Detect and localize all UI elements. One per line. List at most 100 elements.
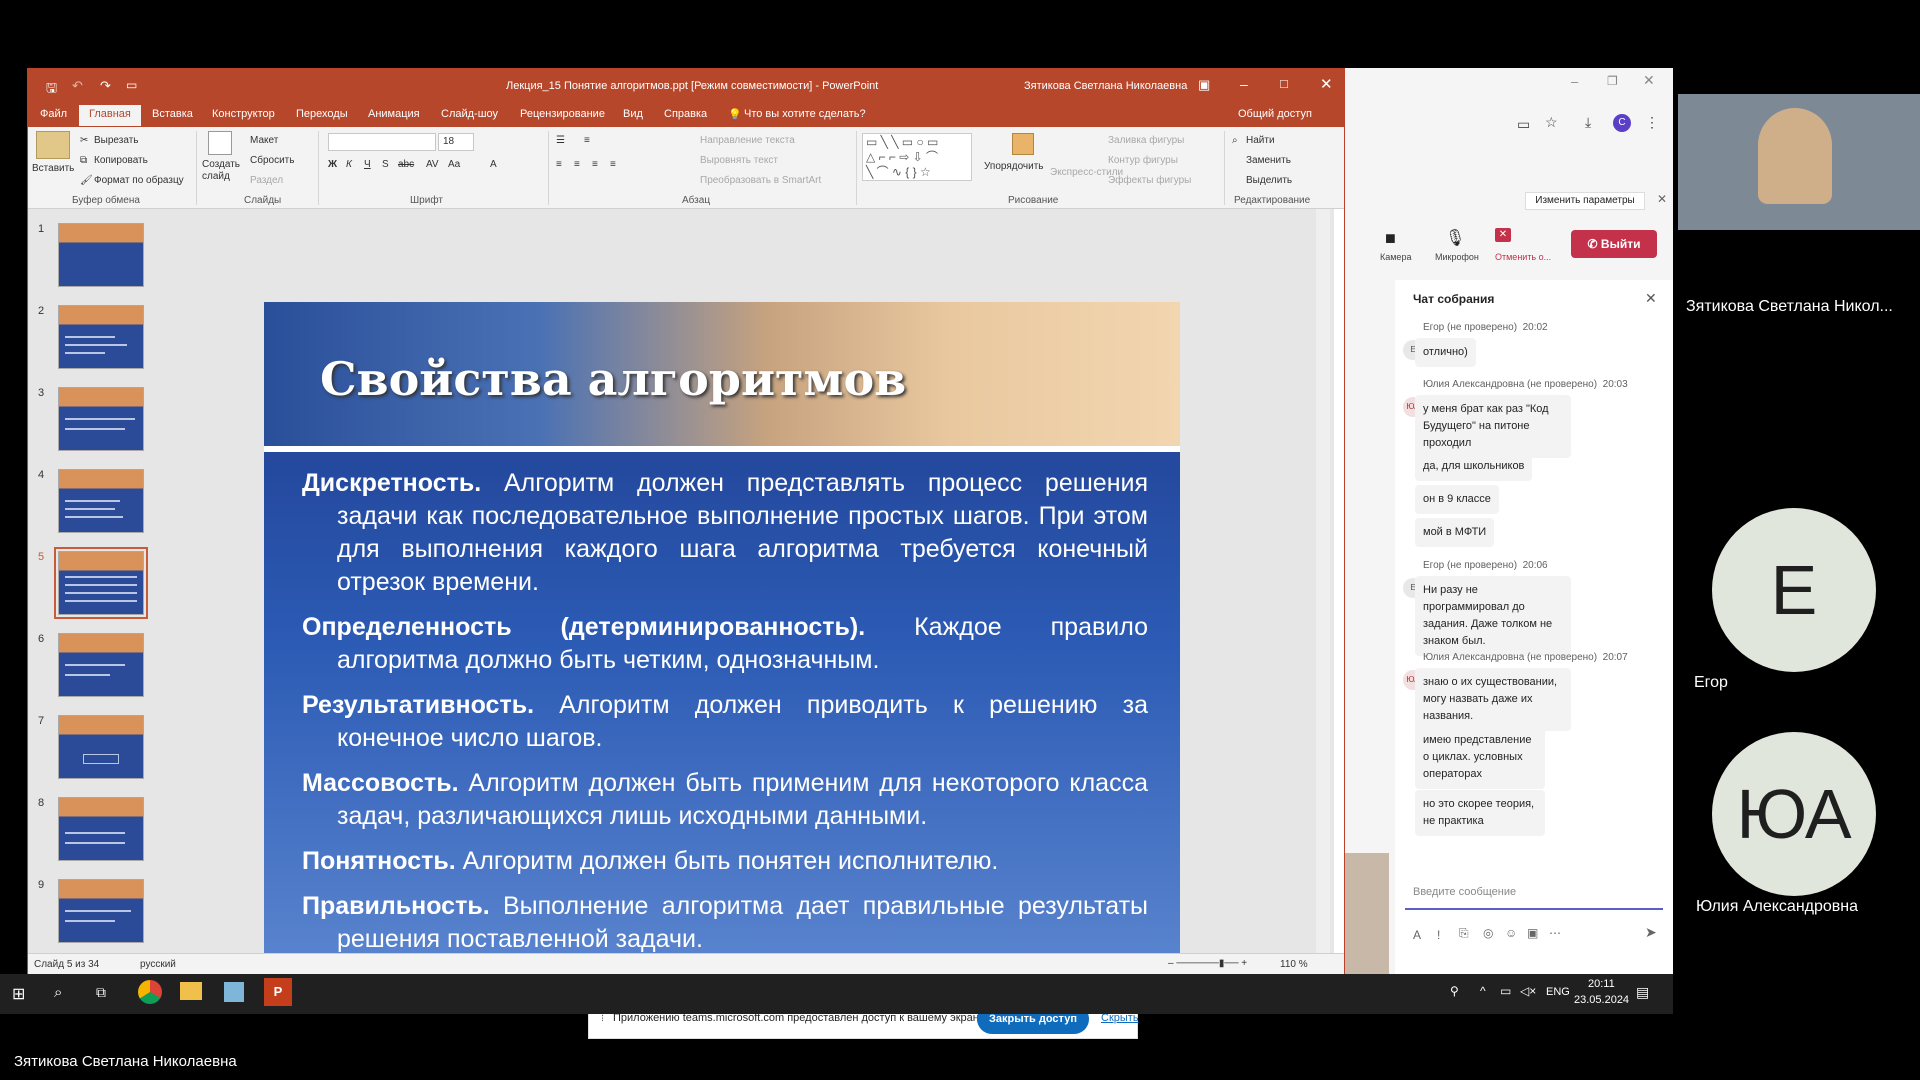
italic-icon[interactable]: К xyxy=(346,159,352,170)
tab-home[interactable]: Главная xyxy=(79,105,141,126)
reset-button[interactable]: Сбросить xyxy=(250,155,294,166)
strikethrough-icon[interactable]: abc xyxy=(398,159,414,170)
underline-icon[interactable]: Ч xyxy=(364,159,371,170)
minimize-icon[interactable]: – xyxy=(1240,76,1248,92)
search-icon[interactable]: ⌕ xyxy=(54,984,62,1001)
spacing-icon[interactable]: AV xyxy=(426,159,439,170)
app-icon[interactable] xyxy=(224,982,244,1002)
find-button[interactable]: Найти xyxy=(1246,135,1275,146)
network-icon[interactable]: ▭ xyxy=(1500,984,1511,998)
new-slide-button[interactable]: Создать слайд xyxy=(202,159,242,183)
arrange-button[interactable]: Упорядочить xyxy=(984,161,1044,172)
case-icon[interactable]: Aa xyxy=(448,159,460,170)
menu-icon[interactable]: ⋮ xyxy=(1645,114,1659,131)
tab-review[interactable]: Рецензирование xyxy=(520,108,605,120)
shape-effects-button[interactable]: Эффекты фигуры xyxy=(1108,175,1191,186)
tab-insert[interactable]: Вставка xyxy=(152,108,193,120)
align-left-icon[interactable]: ≡ xyxy=(556,159,562,170)
file-explorer-icon[interactable] xyxy=(180,982,202,1000)
priority-icon[interactable]: ! xyxy=(1437,928,1440,942)
font-name-select[interactable] xyxy=(328,133,436,151)
camera-share-icon[interactable]: ▭ xyxy=(1517,116,1530,133)
start-icon[interactable]: ⊞ xyxy=(12,984,25,1004)
cut-button[interactable]: Вырезать xyxy=(94,135,138,146)
slide-thumbnail[interactable] xyxy=(58,469,144,533)
paste-button[interactable]: Вставить xyxy=(32,163,74,174)
slide-canvas[interactable]: Свойства алгоритмов Дискретность. Алгори… xyxy=(264,302,1180,988)
align-text-button[interactable]: Выровнять текст xyxy=(700,155,778,166)
zoom-slider[interactable]: – ──────▮── + xyxy=(1168,958,1247,969)
language-status[interactable]: русский xyxy=(140,959,176,970)
slide-thumbnail[interactable] xyxy=(58,797,144,861)
bullets-icon[interactable]: ☰ xyxy=(556,135,565,146)
slide-thumbnail[interactable] xyxy=(58,633,144,697)
zoom-level[interactable]: 110 % xyxy=(1280,959,1308,970)
format-painter-button[interactable]: Формат по образцу xyxy=(94,175,184,186)
tab-transitions[interactable]: Переходы xyxy=(296,108,348,120)
section-button[interactable]: Раздел xyxy=(250,175,283,186)
clock-time[interactable]: 20:11 xyxy=(1588,978,1615,990)
share-button[interactable]: Общий доступ xyxy=(1238,108,1312,120)
task-view-icon[interactable]: ⧉ xyxy=(96,984,106,1001)
close-icon[interactable]: ✕ xyxy=(1657,192,1667,206)
shape-outline-button[interactable]: Контур фигуры xyxy=(1108,155,1178,166)
attach-icon[interactable]: ⎘ xyxy=(1459,926,1469,941)
copy-button[interactable]: Копировать xyxy=(94,155,148,166)
start-slideshow-icon[interactable]: ▭ xyxy=(126,78,137,92)
shadow-icon[interactable]: S xyxy=(382,159,389,170)
layout-button[interactable]: Макет xyxy=(250,135,278,146)
loop-icon[interactable]: ◎ xyxy=(1483,926,1493,940)
font-color-icon[interactable]: A xyxy=(490,159,497,170)
maximize-icon[interactable]: □ xyxy=(1280,76,1288,91)
smartart-button[interactable]: Преобразовать в SmartArt xyxy=(700,175,821,186)
slide-thumbnail[interactable] xyxy=(58,879,144,943)
redo-icon[interactable]: ↷ xyxy=(100,78,111,94)
tab-design[interactable]: Конструктор xyxy=(212,108,275,120)
minimize-icon[interactable]: – xyxy=(1571,74,1578,89)
shapes-gallery[interactable]: ▭ ╲ ╲ ▭ ○ ▭ △ ⌐ ⌐ ⇨ ⇩ ⌒ ╲ ⌒ ∿ { } ☆ xyxy=(862,133,972,181)
paste-icon[interactable] xyxy=(36,131,70,159)
clock-date[interactable]: 23.05.2024 xyxy=(1574,994,1629,1006)
ribbon-display-icon[interactable]: ▣ xyxy=(1198,77,1210,93)
restore-icon[interactable]: ❐ xyxy=(1607,74,1618,88)
gif-icon[interactable]: ▣ xyxy=(1527,926,1538,940)
camera-icon[interactable]: ■ xyxy=(1385,228,1396,249)
change-settings-button[interactable]: Изменить параметры xyxy=(1525,192,1645,210)
profile-avatar[interactable]: С xyxy=(1613,114,1631,132)
numbering-icon[interactable]: ≡ xyxy=(584,135,590,146)
star-icon[interactable]: ☆ xyxy=(1545,114,1558,131)
tab-help[interactable]: Справка xyxy=(664,108,707,120)
align-center-icon[interactable]: ≡ xyxy=(574,159,580,170)
tab-animations[interactable]: Анимация xyxy=(368,108,420,120)
people-icon[interactable]: ⚲ xyxy=(1450,984,1459,998)
language-indicator[interactable]: ENG xyxy=(1546,986,1570,998)
vertical-scrollbar[interactable] xyxy=(1316,209,1330,953)
text-direction-button[interactable]: Направление текста xyxy=(700,135,795,146)
chrome-icon[interactable] xyxy=(138,980,162,1004)
tab-slideshow[interactable]: Слайд-шоу xyxy=(441,108,498,120)
more-icon[interactable]: ⋯ xyxy=(1549,926,1561,940)
save-icon[interactable]: 🖫 xyxy=(46,79,57,101)
emoji-icon[interactable]: ☺ xyxy=(1505,926,1517,940)
close-icon[interactable]: ✕ xyxy=(1643,72,1655,89)
tab-view[interactable]: Вид xyxy=(623,108,643,120)
leave-button[interactable]: ✆ Выйти xyxy=(1571,230,1657,258)
slide-thumbnail[interactable] xyxy=(58,305,144,369)
microphone-icon[interactable]: 🎙 xyxy=(1445,228,1465,248)
slide-thumbnail[interactable] xyxy=(58,223,144,287)
justify-icon[interactable]: ≡ xyxy=(610,159,616,170)
replace-button[interactable]: Заменить xyxy=(1246,155,1291,166)
download-icon[interactable]: ⤓ xyxy=(1585,114,1591,131)
slide-thumbnail[interactable] xyxy=(58,387,144,451)
tell-me-search[interactable]: Что вы хотите сделать? xyxy=(744,108,866,120)
close-chat-icon[interactable]: ✕ xyxy=(1645,290,1657,307)
align-right-icon[interactable]: ≡ xyxy=(592,159,598,170)
slide-thumbnail[interactable] xyxy=(58,715,144,779)
powerpoint-icon[interactable]: P xyxy=(264,978,292,1006)
new-slide-icon[interactable] xyxy=(208,131,232,155)
message-input[interactable]: Введите сообщение xyxy=(1405,876,1663,910)
tray-chevron-icon[interactable]: ^ xyxy=(1480,984,1486,998)
bold-icon[interactable]: Ж xyxy=(328,159,337,170)
notifications-icon[interactable]: ▤ xyxy=(1636,984,1649,1001)
send-icon[interactable]: ➤ xyxy=(1645,924,1657,941)
